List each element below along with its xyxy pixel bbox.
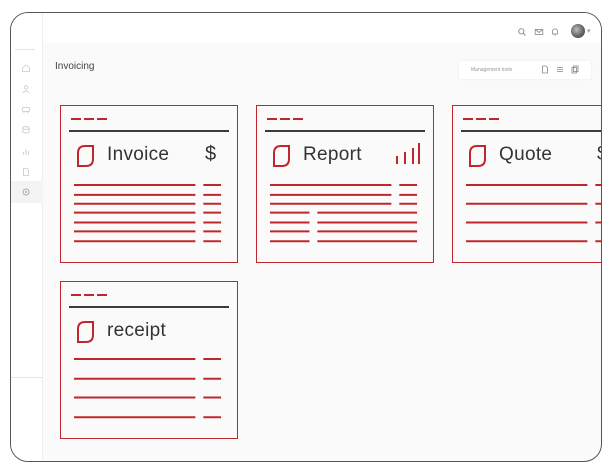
- search-icon[interactable]: [517, 27, 527, 37]
- invoice-card[interactable]: Invoice $: [60, 105, 238, 263]
- chevron-down-icon[interactable]: ▾: [587, 27, 591, 35]
- management-tools-panel: Management tools: [459, 61, 591, 79]
- card-lines: [73, 184, 222, 243]
- car-icon[interactable]: [21, 104, 31, 114]
- document-icon[interactable]: [541, 65, 549, 76]
- home-icon[interactable]: [21, 63, 31, 73]
- stack-icon[interactable]: [556, 65, 564, 76]
- database-icon[interactable]: [21, 125, 31, 135]
- sidebar-divider-bottom: [11, 377, 43, 378]
- page-title: Invoicing: [55, 61, 95, 72]
- user-icon[interactable]: [21, 84, 31, 94]
- sidebar-divider-top: [15, 49, 35, 50]
- tablet-frame: ▾ Invoicing Management tools Invoice $ R…: [10, 12, 602, 462]
- card-lines: [269, 184, 418, 243]
- mail-icon[interactable]: [534, 27, 544, 37]
- card-lines: [465, 184, 601, 243]
- management-tools-label: Management tools: [471, 67, 513, 73]
- file-icon[interactable]: [21, 167, 31, 177]
- sidebar: [11, 13, 43, 461]
- copy-icon[interactable]: [571, 65, 579, 76]
- card-lines: [73, 358, 222, 419]
- avatar[interactable]: [571, 24, 585, 38]
- settings-icon[interactable]: [21, 187, 31, 197]
- report-card[interactable]: Report: [256, 105, 434, 263]
- chart-icon[interactable]: [21, 146, 31, 156]
- bell-icon[interactable]: [550, 27, 560, 37]
- receipt-card[interactable]: receipt: [60, 281, 238, 439]
- quote-card[interactable]: Quote $: [452, 105, 601, 263]
